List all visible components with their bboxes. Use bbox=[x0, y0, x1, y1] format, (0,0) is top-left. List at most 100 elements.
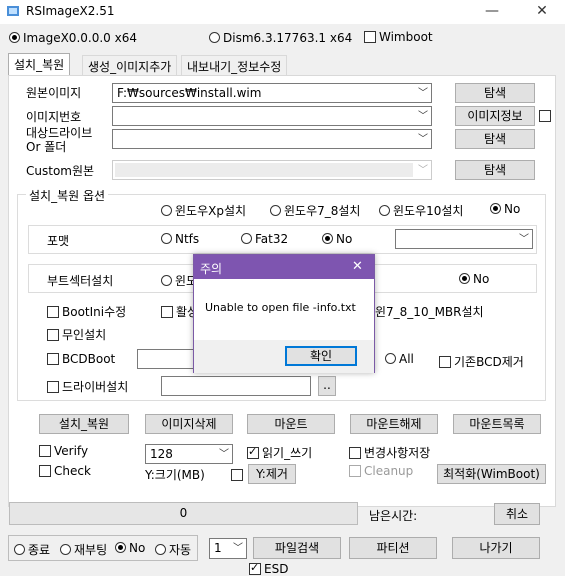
shutdown-radio[interactable]: 종료 bbox=[14, 541, 50, 558]
driver-checkbox[interactable]: 드라이버설치 bbox=[47, 378, 128, 395]
imagex-radio[interactable]: ImageX0.0.0.0 x64 bbox=[9, 31, 137, 45]
mount-list-button[interactable]: 마운트목록 bbox=[453, 414, 541, 434]
dialog-title-bar: 주의 ✕ bbox=[194, 255, 374, 279]
tab-install-restore[interactable]: 설치_복원 bbox=[8, 53, 71, 76]
partition-button[interactable]: 파티션 bbox=[349, 537, 437, 559]
browse-source-button[interactable]: 탐색 bbox=[455, 83, 535, 103]
power-no-radio[interactable]: No bbox=[115, 541, 145, 555]
save-changes-checkbox[interactable]: 변경사항저장 bbox=[349, 444, 430, 461]
bootini-label: BootIni수정 bbox=[62, 305, 127, 319]
esd-checkbox[interactable]: ESD bbox=[249, 561, 289, 576]
checkbox-indicator bbox=[47, 306, 59, 318]
warning-dialog: 주의 ✕ Unable to open file -info.txt 확인 bbox=[193, 254, 375, 373]
all-label: All bbox=[399, 352, 414, 366]
checkbox-indicator bbox=[47, 329, 59, 341]
driver-browse-button[interactable]: .. bbox=[318, 376, 336, 396]
checkbox-indicator bbox=[39, 445, 51, 457]
all-radio[interactable]: All bbox=[385, 352, 414, 366]
source-image-combo[interactable]: F:₩sources₩install.wim ﹀ bbox=[112, 83, 432, 103]
radio-indicator bbox=[322, 233, 333, 244]
size-combo[interactable]: 128 ﹀ bbox=[145, 444, 233, 464]
cleanup-checkbox[interactable]: Cleanup bbox=[349, 464, 413, 478]
exit-button[interactable]: 나가기 bbox=[452, 537, 540, 559]
checkbox-indicator bbox=[349, 465, 361, 477]
unattend-checkbox[interactable]: 무인설치 bbox=[47, 326, 106, 343]
tab-export-info[interactable]: 내보내기_정보수정 bbox=[181, 55, 288, 75]
check-checkbox[interactable]: Check bbox=[39, 464, 91, 478]
chevron-down-icon: ﹀ bbox=[418, 111, 428, 122]
bcdboot-checkbox[interactable]: BCDBoot bbox=[47, 352, 115, 366]
radio-indicator bbox=[14, 544, 25, 555]
tab-label: 내보내기_정보수정 bbox=[187, 60, 282, 74]
esd-label: ESD bbox=[264, 562, 289, 576]
reboot-label: 재부팅 bbox=[74, 543, 108, 557]
fmt-ntfs-radio[interactable]: Ntfs bbox=[161, 232, 199, 246]
radio-indicator bbox=[459, 273, 470, 284]
window-title: RSImageX2.51 bbox=[26, 4, 115, 18]
count-value: 1 bbox=[214, 541, 222, 555]
checkbox-indicator bbox=[364, 31, 376, 43]
radio-indicator bbox=[241, 233, 252, 244]
delete-image-button[interactable]: 이미지삭제 bbox=[145, 414, 233, 434]
custom-source-combo[interactable]: ﹀ bbox=[112, 160, 432, 180]
radio-indicator bbox=[379, 205, 390, 216]
count-combo[interactable]: 1 ﹀ bbox=[209, 538, 247, 559]
reboot-radio[interactable]: 재부팅 bbox=[60, 541, 107, 558]
mount-button[interactable]: 마운트 bbox=[247, 414, 335, 434]
image-info-checkbox[interactable] bbox=[539, 109, 554, 123]
os-xp-radio[interactable]: 윈도우Xp설치 bbox=[161, 202, 246, 219]
fmt-no-radio[interactable]: No bbox=[322, 232, 352, 246]
auto-radio[interactable]: 자동 bbox=[155, 541, 191, 558]
chevron-down-icon: ﹀ bbox=[233, 543, 243, 554]
minimize-icon: — bbox=[485, 3, 499, 19]
radio-indicator bbox=[490, 203, 501, 214]
radio-indicator bbox=[161, 275, 172, 286]
tab-create-add[interactable]: 생성_이미지추가 bbox=[82, 55, 178, 75]
dialog-close-icon[interactable]: ✕ bbox=[352, 259, 363, 274]
driver-label: 드라이버설치 bbox=[62, 380, 129, 394]
install-restore-button[interactable]: 설치_복원 bbox=[39, 414, 129, 434]
verify-checkbox[interactable]: Verify bbox=[39, 444, 88, 458]
app-icon bbox=[7, 6, 19, 16]
bs-no-radio[interactable]: No bbox=[459, 272, 489, 286]
os-10-radio[interactable]: 윈도우10설치 bbox=[379, 202, 463, 219]
save-changes-label: 변경사항저장 bbox=[364, 446, 431, 460]
browse-target-button[interactable]: 탐색 bbox=[455, 129, 535, 149]
format-fs-combo[interactable]: ﹀ bbox=[395, 229, 533, 249]
dism-radio[interactable]: Dism6.3.17763.1 x64 bbox=[209, 31, 352, 45]
os-no-radio[interactable]: No bbox=[490, 202, 520, 216]
checkbox-indicator bbox=[349, 447, 361, 459]
bs-windows-radio[interactable]: 윈도 bbox=[161, 272, 197, 289]
options-legend: 설치_복원 옵션 bbox=[26, 187, 109, 204]
fmt-ntfs-label: Ntfs bbox=[175, 232, 200, 246]
wimboot-label: Wimboot bbox=[379, 30, 433, 44]
minimize-button[interactable]: — bbox=[472, 0, 512, 24]
driver-path-field[interactable] bbox=[161, 376, 311, 396]
fmt-fat32-radio[interactable]: Fat32 bbox=[241, 232, 288, 246]
target-drive-combo[interactable]: ﹀ bbox=[112, 129, 432, 149]
checkbox-indicator bbox=[247, 445, 259, 459]
radio-indicator bbox=[115, 542, 126, 553]
bcdboot-label: BCDBoot bbox=[62, 352, 116, 366]
os-78-radio[interactable]: 윈도우7_8설치 bbox=[270, 202, 360, 219]
power-no-label: No bbox=[129, 541, 146, 555]
wimboot-checkbox[interactable]: Wimboot bbox=[364, 30, 433, 44]
unmount-button[interactable]: 마운트해제 bbox=[350, 414, 438, 434]
chevron-down-icon: ﹀ bbox=[418, 88, 428, 99]
y-remove-button[interactable]: Y:제거 bbox=[248, 464, 296, 484]
optimize-wimboot-button[interactable]: 최적화(WimBoot) bbox=[437, 464, 546, 484]
y-remove-checkbox[interactable] bbox=[231, 468, 246, 482]
readwrite-checkbox[interactable]: 읽기_쓰기 bbox=[247, 444, 312, 461]
dialog-ok-button[interactable]: 확인 bbox=[285, 346, 357, 366]
image-info-button[interactable]: 이미지정보 bbox=[455, 106, 535, 126]
file-search-button[interactable]: 파일검색 bbox=[253, 537, 341, 559]
imagex-label: ImageX0.0.0.0 x64 bbox=[23, 31, 137, 45]
cancel-button[interactable]: 취소 bbox=[494, 503, 540, 525]
image-index-combo[interactable]: ﹀ bbox=[112, 106, 432, 126]
existing-bcd-checkbox[interactable]: 기존BCD제거 bbox=[439, 353, 524, 370]
close-button[interactable]: ✕ bbox=[522, 0, 562, 24]
close-icon: ✕ bbox=[536, 3, 548, 19]
browse-custom-button[interactable]: 탐색 bbox=[455, 160, 535, 180]
bcdboot-field[interactable] bbox=[137, 349, 197, 369]
bootini-checkbox[interactable]: BootIni수정 bbox=[47, 303, 126, 320]
